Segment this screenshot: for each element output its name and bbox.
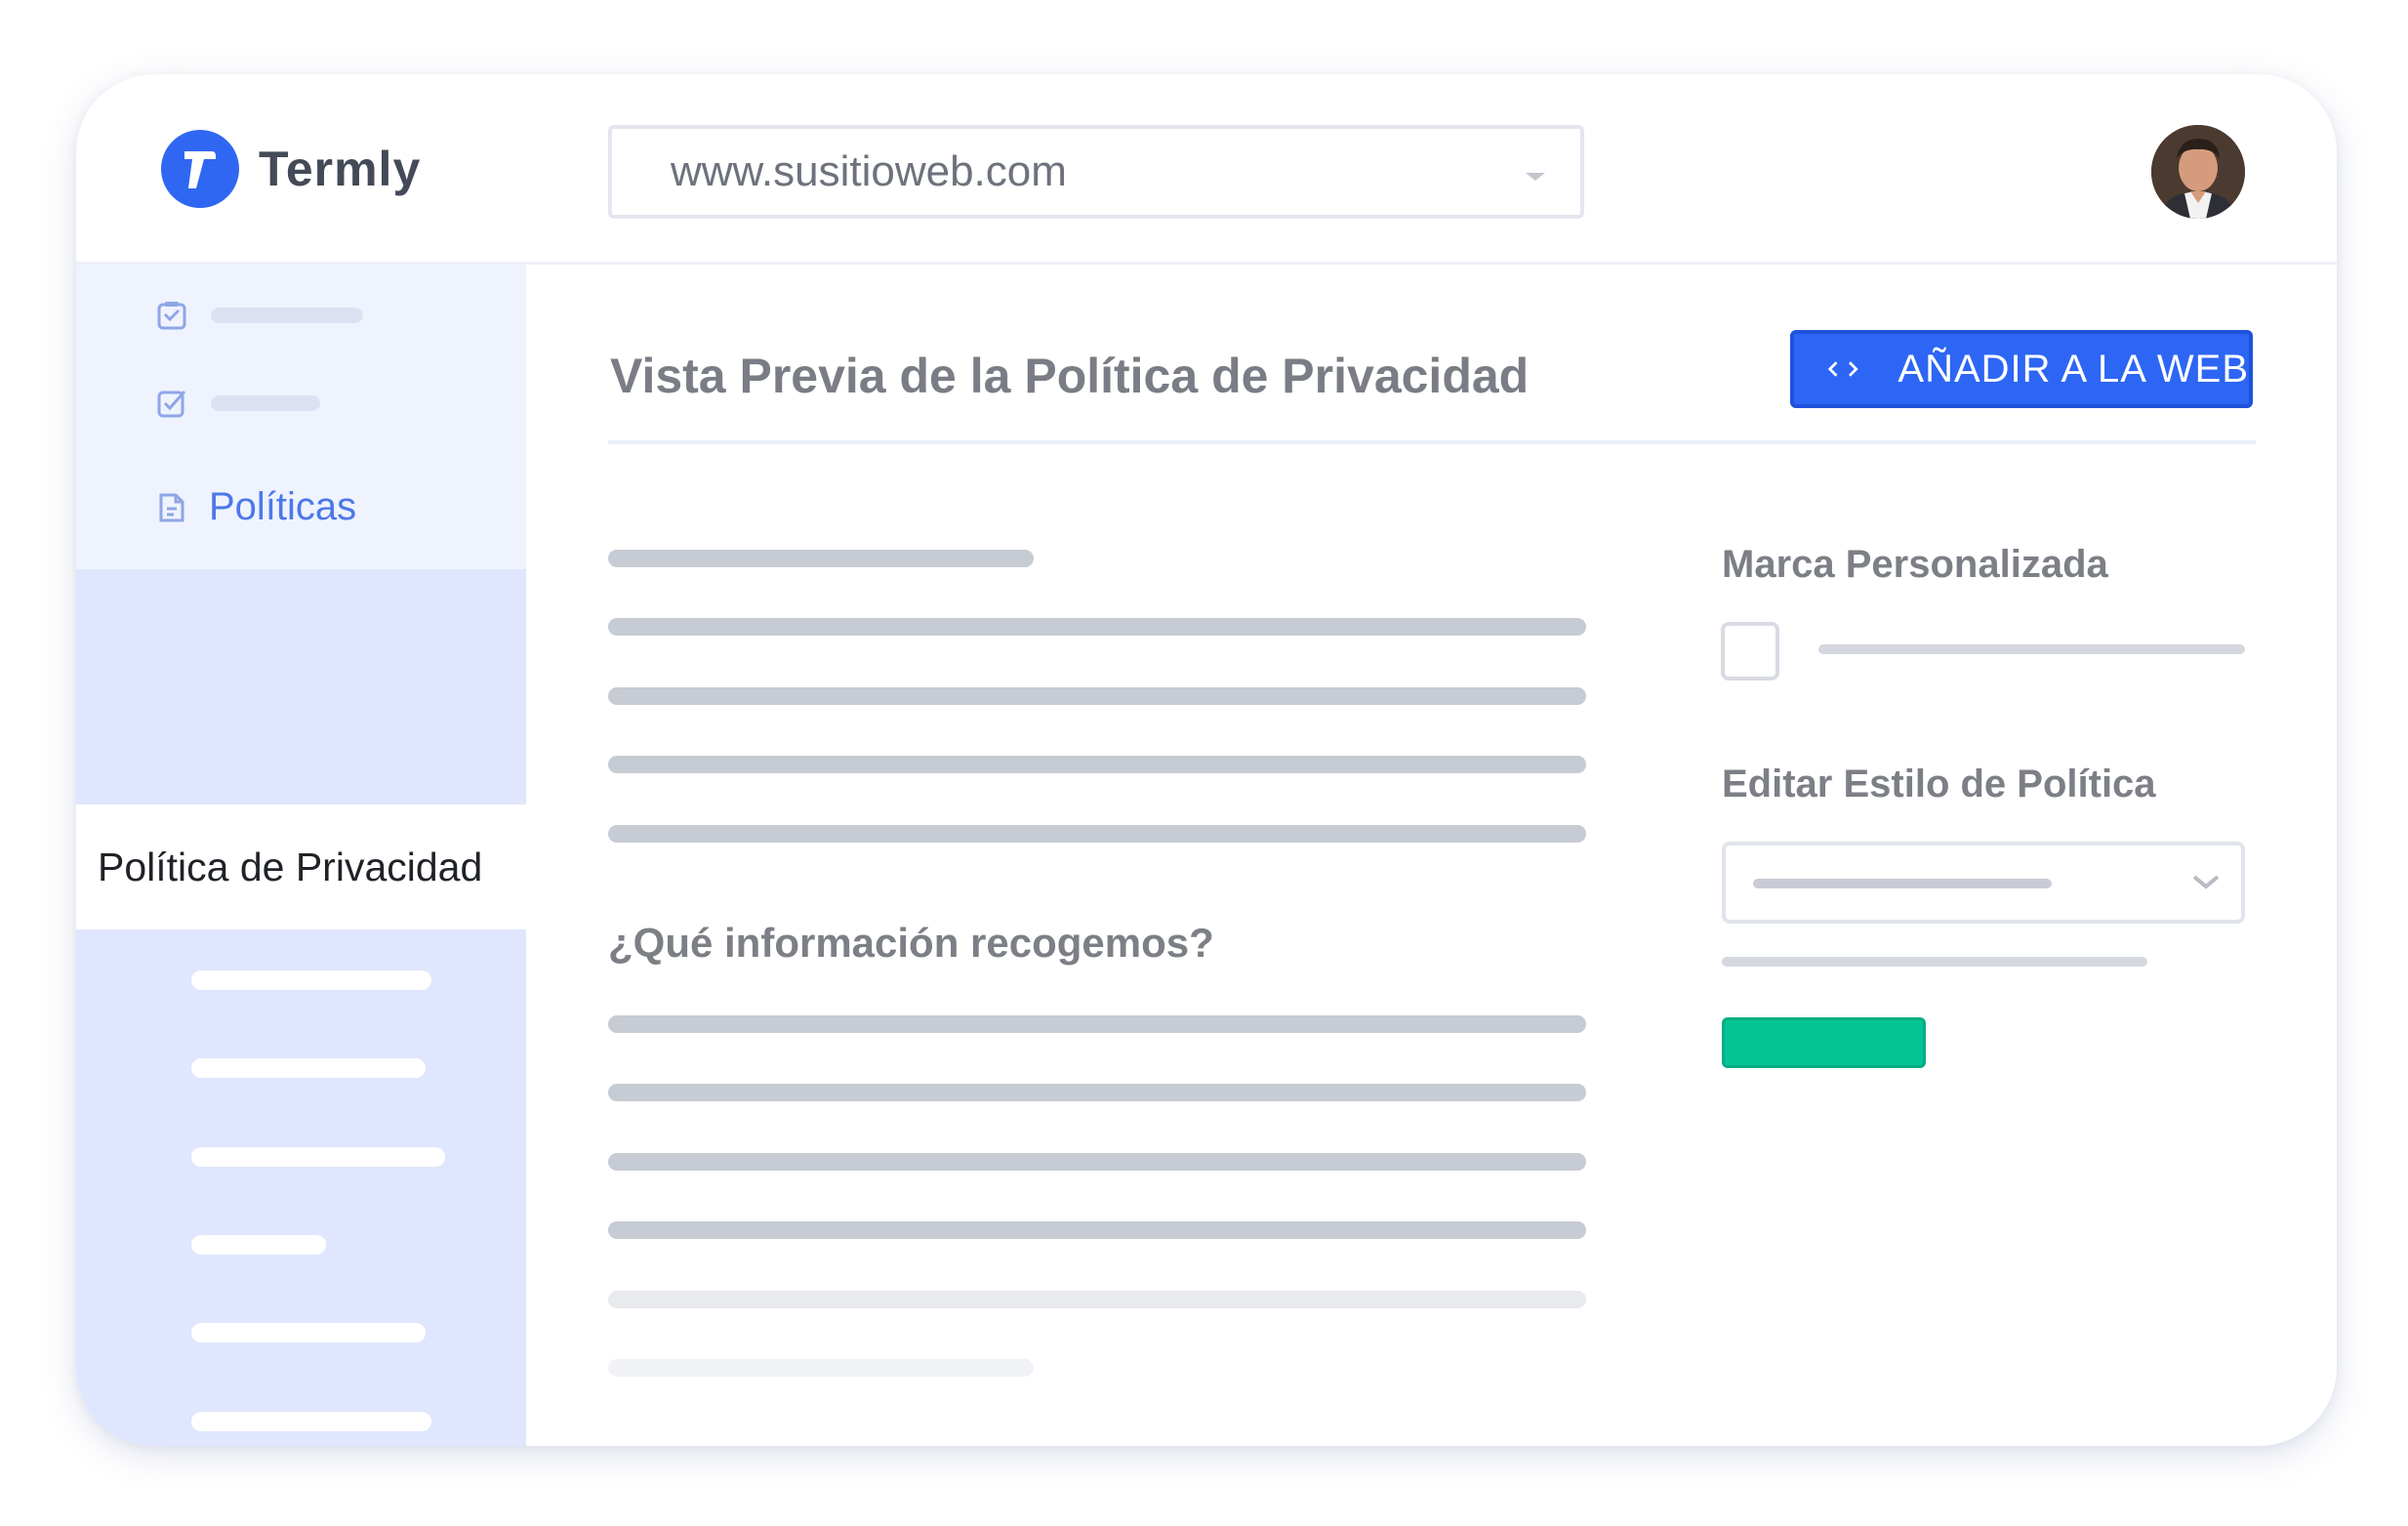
sidebar-subitem[interactable]: [191, 1147, 445, 1167]
chevron-down-icon: [2192, 875, 2220, 889]
sidebar-item-politica-de-privacidad[interactable]: Política de Privacidad: [76, 804, 564, 929]
add-to-website-button[interactable]: AÑADIR A LA WEB: [1790, 330, 2253, 408]
save-style-button[interactable]: [1722, 1017, 1926, 1068]
brand-name: Termly: [259, 142, 422, 196]
custom-brand-checkbox[interactable]: [1721, 622, 1779, 681]
document-icon: [159, 493, 184, 521]
custom-brand-label: Marca Personalizada: [1722, 543, 2108, 586]
preview-text-line: [608, 550, 1034, 567]
preview-text-line: [608, 1291, 1586, 1308]
sidebar-subitem[interactable]: [191, 1235, 326, 1255]
user-avatar[interactable]: [2151, 125, 2245, 219]
sidebar-item-1[interactable]: [156, 300, 363, 331]
preview-text-line: [608, 1359, 1034, 1377]
termly-logo[interactable]: Termly: [161, 130, 421, 208]
sidebar-item-politicas[interactable]: Políticas: [156, 485, 356, 529]
sidebar-item-2[interactable]: [156, 388, 320, 419]
add-to-website-label: AÑADIR A LA WEB: [1898, 347, 2249, 391]
website-select-value: www.susitioweb.com: [671, 147, 1067, 195]
top-header: Termly www.susitioweb.com: [76, 74, 2337, 265]
checklist-icon: [157, 302, 186, 330]
preview-text-line: [608, 1153, 1586, 1171]
sidebar-subitem[interactable]: [191, 1323, 426, 1342]
termly-logo-icon: [161, 130, 239, 208]
preview-text-line: [608, 1084, 1586, 1101]
app-window: Termly www.susitioweb.com Políticas Polí…: [76, 74, 2337, 1446]
code-icon: [1827, 361, 1858, 377]
caret-down-icon: [1526, 173, 1545, 181]
sidebar-item-placeholder: [211, 308, 363, 323]
checkbox-option-placeholder: [1818, 644, 2245, 654]
sidebar-subitem[interactable]: [191, 1058, 426, 1078]
preview-text-line: [608, 756, 1586, 773]
sidebar: Políticas Política de Privacidad: [76, 265, 564, 1446]
preview-text-line: [608, 825, 1586, 843]
policy-style-select[interactable]: [1722, 842, 2245, 924]
policy-style-select-placeholder: [1753, 879, 2052, 888]
sidebar-item-label: Política de Privacidad: [98, 844, 483, 889]
edit-style-label: Editar Estilo de Política: [1722, 763, 2156, 805]
preview-text-line: [608, 618, 1586, 636]
preview-text-line: [608, 1221, 1586, 1239]
preview-text-line: [608, 687, 1586, 705]
sidebar-item-label: Políticas: [209, 485, 357, 528]
website-select[interactable]: www.susitioweb.com: [608, 125, 1584, 219]
checkbox-icon: [157, 391, 186, 418]
sidebar-subitem[interactable]: [191, 970, 431, 990]
section-heading: ¿Qué información recogemos?: [608, 920, 1214, 966]
style-hint-placeholder: [1722, 957, 2147, 967]
title-divider: [608, 440, 2256, 444]
preview-text-line: [608, 1015, 1586, 1033]
sidebar-item-placeholder: [211, 395, 320, 411]
page-title: Vista Previa de la Política de Privacida…: [610, 349, 1530, 403]
sidebar-subitem[interactable]: [191, 1412, 431, 1431]
